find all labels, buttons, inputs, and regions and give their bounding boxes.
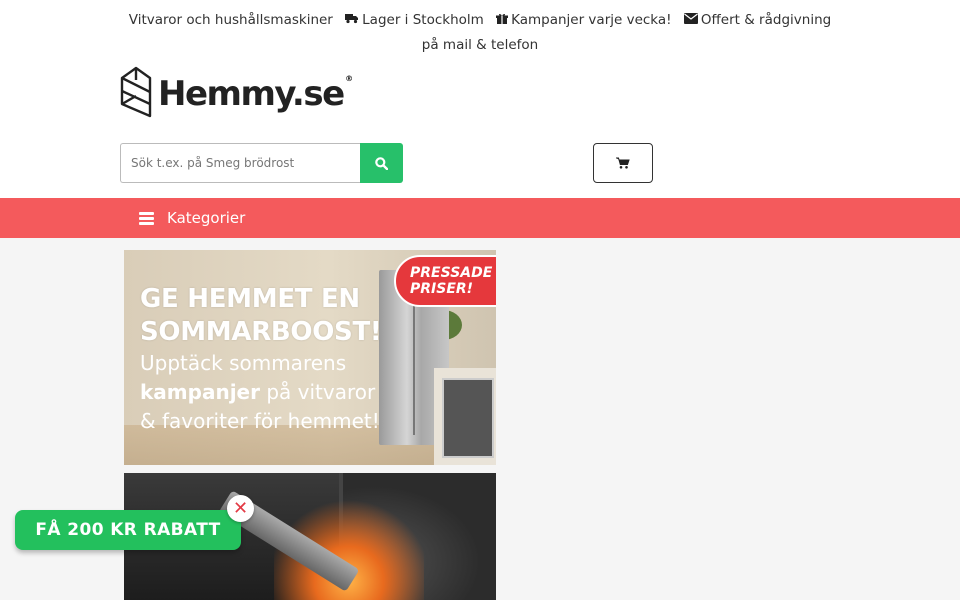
discount-label: FÅ 200 KR RABATT: [35, 520, 221, 540]
search-icon: [375, 156, 388, 170]
logo-mark-icon: [120, 66, 152, 118]
banner-text: GE HEMMET EN SOMMARBOOST! Upptäck sommar…: [140, 284, 382, 433]
pressade-priser-badge: PRESSADE PRISER!: [394, 255, 496, 307]
discount-popup-button[interactable]: FÅ 200 KR RABATT: [15, 510, 241, 550]
cart-button[interactable]: [593, 143, 653, 183]
gift-icon: [496, 8, 509, 33]
site-header: Vitvaror och hushållsmaskiner Lager i St…: [0, 0, 960, 198]
categories-label: Kategorier: [167, 209, 246, 227]
cart-icon: [616, 157, 630, 169]
promo-banner-summer[interactable]: PRESSADE PRISER! GE HEMMET EN SOMMARBOOS…: [124, 250, 496, 465]
search-input[interactable]: [120, 143, 360, 183]
usp-bar: Vitvaror och hushållsmaskiner Lager i St…: [120, 8, 840, 58]
search-button[interactable]: [360, 143, 403, 183]
usp-item: Vitvaror och hushållsmaskiner: [128, 12, 333, 28]
search-bar: [120, 143, 403, 183]
hamburger-icon: [139, 211, 154, 225]
logo-text: Hemmy.se ®: [158, 74, 353, 114]
usp-item: Lager i Stockholm: [362, 12, 484, 28]
categories-menu-button[interactable]: Kategorier: [139, 198, 245, 238]
dishwasher-image: [442, 378, 494, 458]
truck-icon: [345, 8, 359, 33]
usp-item: Kampanjer varje vecka!: [511, 12, 672, 28]
main-nav: Kategorier: [0, 198, 960, 238]
close-icon[interactable]: ✕: [227, 495, 254, 522]
envelope-icon: [683, 8, 698, 33]
site-logo[interactable]: Hemmy.se ®: [120, 66, 353, 118]
